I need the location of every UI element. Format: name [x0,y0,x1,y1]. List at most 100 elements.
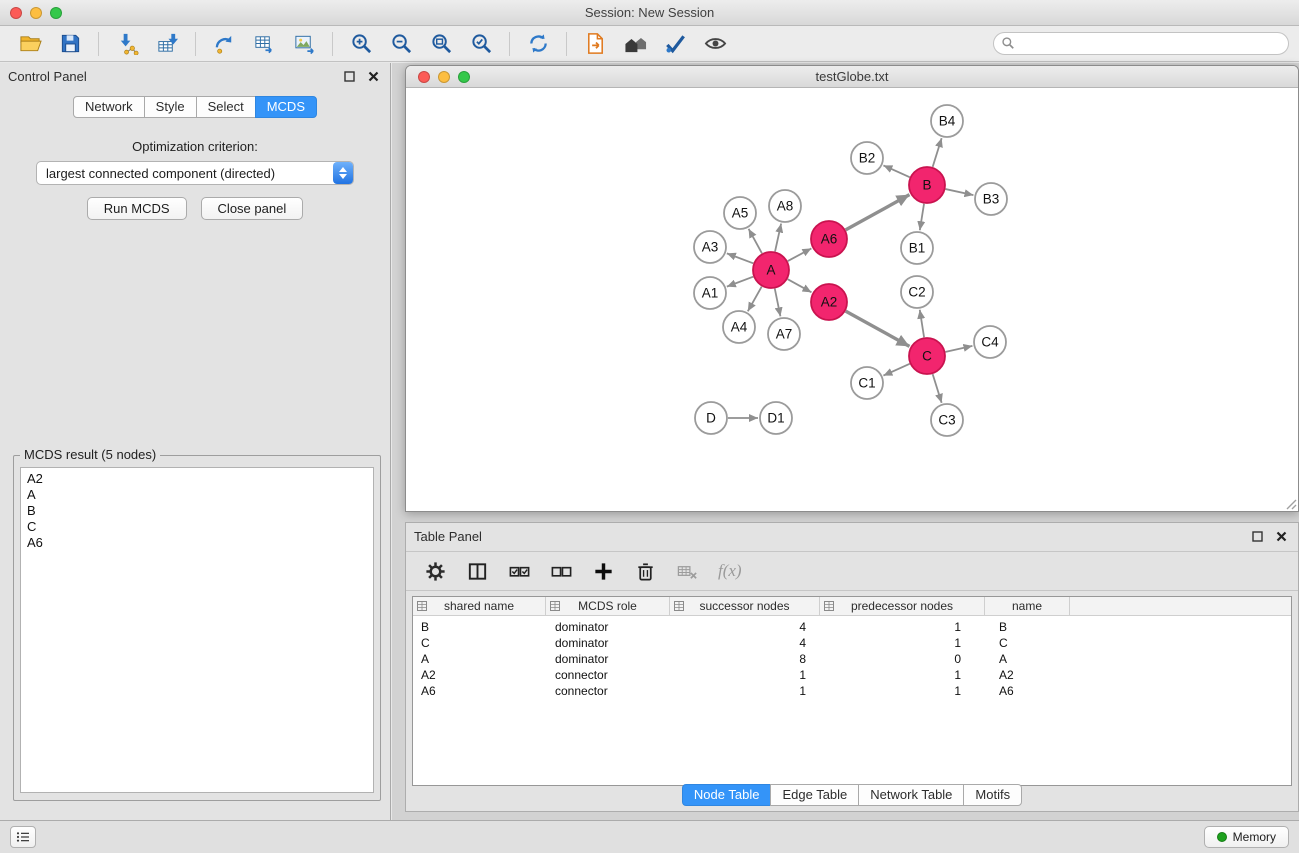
memory-button[interactable]: Memory [1204,826,1289,848]
graph-edge-C-C4[interactable] [946,346,973,352]
network-graph[interactable]: B4B2BB3A5A8A6A3AB1A1A2C2A4A7C4CC1DD1C3 [406,88,1298,511]
graph-edge-A-A4[interactable] [748,287,762,312]
cell-successor-nodes[interactable]: 1 [670,684,820,698]
export-image-button[interactable] [289,29,319,59]
graph-node-A3[interactable]: A3 [694,231,726,263]
cell-shared-name[interactable]: B [413,620,546,634]
close-window-button[interactable] [10,7,22,19]
graph-edge-A-A6[interactable] [788,248,812,261]
graph-node-C1[interactable]: C1 [851,367,883,399]
graph-edge-B-B3[interactable] [946,189,974,195]
close-panel-button-mcds[interactable]: Close panel [201,197,304,220]
save-session-button[interactable] [55,29,85,59]
graph-edge-A-A2[interactable] [788,279,812,292]
tab-network-table[interactable]: Network Table [858,784,964,806]
tab-motifs[interactable]: Motifs [963,784,1022,806]
graph-edge-A-A1[interactable] [727,277,753,287]
add-row-button[interactable] [588,556,618,586]
cell-name[interactable]: B [985,620,1070,634]
cell-name[interactable]: A [985,652,1070,666]
graph-node-B2[interactable]: B2 [851,142,883,174]
close-network-window-button[interactable] [418,71,430,83]
list-item[interactable]: A2 [21,471,373,487]
cell-mcds-role[interactable]: connector [546,684,670,698]
graph-edge-B-B2[interactable] [883,165,909,177]
graph-node-D[interactable]: D [695,402,727,434]
column-header-successor-nodes[interactable]: successor nodes [670,597,820,615]
graph-edge-C-C1[interactable] [883,364,909,376]
graph-node-A[interactable]: A [753,252,789,288]
cell-mcds-role[interactable]: connector [546,668,670,682]
column-header-name[interactable]: name [985,597,1070,615]
cell-predecessor-nodes[interactable]: 1 [820,684,985,698]
graph-node-A5[interactable]: A5 [724,197,756,229]
close-panel-button[interactable] [364,67,382,85]
list-item[interactable]: C [21,519,373,535]
run-mcds-button[interactable]: Run MCDS [87,197,187,220]
import-network-button[interactable] [112,29,142,59]
graph-node-A7[interactable]: A7 [768,318,800,350]
graph-edge-B-B1[interactable] [920,204,924,230]
select-all-button[interactable] [504,556,534,586]
close-table-panel-button[interactable] [1272,527,1290,545]
network-canvas[interactable]: B4B2BB3A5A8A6A3AB1A1A2C2A4A7C4CC1DD1C3 [406,88,1298,511]
cell-predecessor-nodes[interactable]: 1 [820,636,985,650]
table-row[interactable]: A2 connector 1 1 A2 [413,667,1291,683]
cell-successor-nodes[interactable]: 1 [670,668,820,682]
list-item[interactable]: A [21,487,373,503]
table-row[interactable]: A6 connector 1 1 A6 [413,683,1291,699]
zoom-fit-button[interactable] [426,29,456,59]
list-item[interactable]: B [21,503,373,519]
tab-node-table[interactable]: Node Table [682,784,772,806]
zoom-out-button[interactable] [386,29,416,59]
delete-column-button[interactable] [672,556,702,586]
table-row[interactable]: A dominator 8 0 A [413,651,1291,667]
refresh-view-button[interactable] [523,29,553,59]
column-header-shared-name[interactable]: shared name [413,597,546,615]
list-item[interactable]: A6 [21,535,373,551]
function-builder-button[interactable]: f(x) [718,561,742,581]
graph-node-D1[interactable]: D1 [760,402,792,434]
minimize-network-window-button[interactable] [438,71,450,83]
resize-grip-icon[interactable] [1283,496,1297,510]
cell-name[interactable]: C [985,636,1070,650]
export-table-button[interactable] [249,29,279,59]
zoom-window-button[interactable] [50,7,62,19]
cell-mcds-role[interactable]: dominator [546,652,670,666]
zoom-network-window-button[interactable] [458,71,470,83]
style-check-button[interactable] [660,29,690,59]
cell-shared-name[interactable]: A2 [413,668,546,682]
zoom-in-button[interactable] [346,29,376,59]
cell-successor-nodes[interactable]: 8 [670,652,820,666]
graph-node-B3[interactable]: B3 [975,183,1007,215]
graph-node-C[interactable]: C [909,338,945,374]
graph-node-A8[interactable]: A8 [769,190,801,222]
mcds-result-list[interactable]: A2 A B C A6 [20,467,374,793]
delete-row-button[interactable] [630,556,660,586]
graph-edge-B-B4[interactable] [933,138,942,167]
graph-node-A1[interactable]: A1 [694,277,726,309]
graph-edge-A6-B[interactable] [846,195,910,230]
tab-style[interactable]: Style [144,96,197,118]
float-panel-button[interactable] [340,67,358,85]
graph-node-C3[interactable]: C3 [931,404,963,436]
graph-edge-A-A3[interactable] [727,253,753,263]
cell-successor-nodes[interactable]: 4 [670,636,820,650]
cell-predecessor-nodes[interactable]: 1 [820,668,985,682]
search-input[interactable] [993,32,1289,55]
optimization-criterion-dropdown[interactable]: largest connected component (directed) [36,161,354,185]
network-window-titlebar[interactable]: testGlobe.txt [406,66,1298,88]
column-header-predecessor-nodes[interactable]: predecessor nodes [820,597,985,615]
unselect-all-button[interactable] [546,556,576,586]
open-file-button[interactable] [15,29,45,59]
graph-node-B1[interactable]: B1 [901,232,933,264]
cell-shared-name[interactable]: A [413,652,546,666]
export-document-button[interactable] [580,29,610,59]
graph-edge-A-A7[interactable] [775,289,781,317]
column-header-mcds-role[interactable]: MCDS role [546,597,670,615]
task-history-button[interactable] [10,826,36,848]
graph-node-A2[interactable]: A2 [811,284,847,320]
tab-edge-table[interactable]: Edge Table [770,784,859,806]
graph-node-A4[interactable]: A4 [723,311,755,343]
import-table-button[interactable] [152,29,182,59]
